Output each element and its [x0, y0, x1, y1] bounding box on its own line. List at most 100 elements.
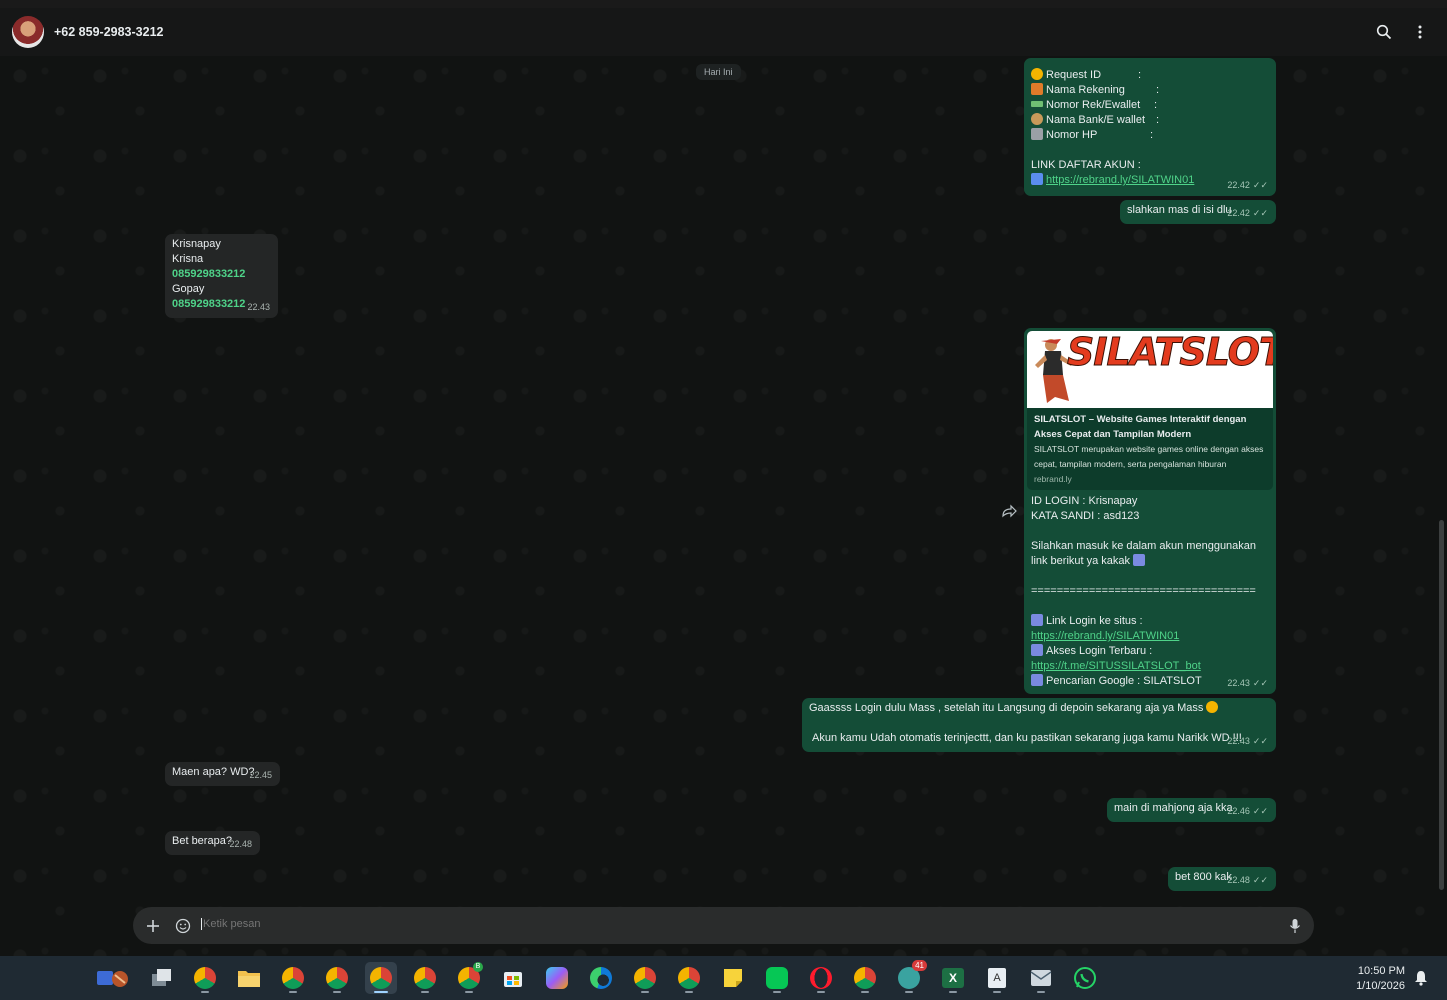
- message-incoming[interactable]: Bet berapa? 22.48: [165, 831, 260, 855]
- access-label: Akses Login Terbaru :: [1046, 645, 1153, 657]
- attach-plus-icon[interactable]: [142, 915, 164, 937]
- chat-scrollbar[interactable]: [1439, 520, 1444, 890]
- notification-bell-icon[interactable]: [1410, 962, 1432, 994]
- message-text: Bet berapa?: [172, 835, 232, 847]
- message-outgoing[interactable]: slahkan mas di isi dlu 22.42 ✓✓: [1120, 200, 1276, 224]
- sticky-notes-icon[interactable]: [717, 962, 749, 994]
- double-check-icon: ✓✓: [1252, 736, 1268, 746]
- edge-icon[interactable]: [585, 962, 617, 994]
- silatslot-banner-image: SILATSLOT: [1027, 331, 1273, 408]
- message-time: 22.42: [1227, 180, 1250, 190]
- chrome-profile-icon[interactable]: [277, 962, 309, 994]
- menu-kebab-icon[interactable]: [1408, 20, 1432, 44]
- message-outgoing[interactable]: main di mahjong aja kka 22.46 ✓✓: [1107, 798, 1276, 822]
- form-label: Nama Rekening: [1046, 84, 1125, 96]
- contact-name[interactable]: +62 859-2983-3212: [54, 25, 163, 39]
- file-explorer-icon[interactable]: [233, 962, 265, 994]
- chrome-profile-icon[interactable]: [673, 962, 705, 994]
- play-emoji-icon: [1031, 674, 1043, 686]
- message-text: slahkan mas di isi dlu: [1127, 204, 1232, 216]
- forward-icon[interactable]: [1001, 504, 1017, 518]
- task-view-icon[interactable]: [145, 962, 177, 994]
- form-sep: :: [1156, 84, 1160, 96]
- opera-icon[interactable]: [805, 962, 837, 994]
- play-emoji-icon: [1031, 614, 1043, 626]
- form-sep: :: [1150, 129, 1154, 141]
- form-label: Nomor Rek/Ewallet: [1046, 99, 1141, 111]
- access-label-row: Akses Login Terbaru :: [1031, 644, 1273, 659]
- message-meta: 22.43 ✓✓: [1227, 676, 1268, 691]
- message-input[interactable]: [201, 918, 1203, 930]
- preview-title: SILATSLOT – Website Games Interaktif den…: [1034, 414, 1247, 440]
- profile-badge: B: [473, 962, 483, 972]
- password-text: KATA SANDI : asd123: [1031, 510, 1140, 522]
- login-id-text: ID LOGIN : Krisnapay: [1031, 495, 1138, 507]
- sticker-emoji-icon[interactable]: [172, 915, 194, 937]
- form-sep: :: [1138, 69, 1142, 81]
- system-clock[interactable]: 10:50 PM 1/10/2026: [1356, 964, 1405, 994]
- phone-link[interactable]: 085929833212: [172, 267, 271, 282]
- chrome-active-icon[interactable]: [365, 962, 397, 994]
- register-link[interactable]: https://rebrand.ly/SILATWIN01: [1046, 174, 1194, 186]
- double-check-icon: ✓✓: [1252, 875, 1268, 885]
- message-meta: 22.43 ✓✓: [1227, 734, 1268, 749]
- message-time: 22.48: [1227, 875, 1250, 885]
- whatsapp-icon[interactable]: [1069, 962, 1101, 994]
- message-outgoing-form[interactable]: Request ID: Nama Rekening: Nomor Rek/Ewa…: [1024, 58, 1276, 196]
- double-check-icon: ✓✓: [1252, 678, 1268, 688]
- microsoft-store-icon[interactable]: [497, 962, 529, 994]
- form-row: Nama Bank/E wallet:: [1031, 113, 1269, 128]
- form-label: Request ID: [1046, 69, 1102, 81]
- widgets-icon[interactable]: [94, 962, 132, 994]
- login-site-link[interactable]: https://rebrand.ly/SILATWIN01: [1031, 629, 1273, 644]
- message-time: 22.42: [1227, 208, 1250, 218]
- form-label: Nomor HP: [1046, 129, 1098, 141]
- double-check-icon: ✓✓: [1252, 806, 1268, 816]
- copilot-icon[interactable]: [541, 962, 573, 994]
- line-app-icon[interactable]: [761, 962, 793, 994]
- message-incoming[interactable]: Maen apa? WD? 22.45: [165, 762, 280, 786]
- chrome-profile-icon[interactable]: [409, 962, 441, 994]
- chrome-profile-icon[interactable]: B: [453, 962, 485, 994]
- message-time: 22.48: [229, 839, 252, 849]
- telegram-link[interactable]: https://t.me/SITUSSILATSLOT_bot: [1031, 659, 1273, 674]
- mail-icon[interactable]: [1025, 962, 1057, 994]
- money-emoji-icon: [1031, 101, 1043, 107]
- chrome-icon[interactable]: [189, 962, 221, 994]
- preview-description: SILATSLOT merupakan website games online…: [1034, 444, 1264, 469]
- message-meta: 22.46 ✓✓: [1227, 804, 1268, 819]
- search-icon[interactable]: [1372, 20, 1396, 44]
- link-preview-card[interactable]: SILATSLOT SILATSLOT – Website Games Inte…: [1027, 331, 1273, 490]
- smile-emoji-icon: [1031, 68, 1043, 80]
- chrome-profile-icon[interactable]: [629, 962, 661, 994]
- message-time: 22.45: [249, 770, 272, 780]
- message-time: 22.46: [1227, 806, 1250, 816]
- message-outgoing[interactable]: bet 800 kak 22.48 ✓✓: [1168, 867, 1276, 891]
- chrome-profile-icon[interactable]: [321, 962, 353, 994]
- avatar[interactable]: [12, 16, 44, 48]
- form-sep: :: [1154, 99, 1158, 111]
- message-incoming[interactable]: Krisnapay Krisna 085929833212 Gopay 0859…: [165, 234, 278, 318]
- excel-icon[interactable]: X: [937, 962, 969, 994]
- heart-eyes-emoji-icon: [1206, 701, 1219, 713]
- form-row: Nama Rekening:: [1031, 83, 1269, 98]
- chrome-profile-icon[interactable]: [849, 962, 881, 994]
- double-check-icon: ✓✓: [1252, 208, 1268, 218]
- windows-taskbar: B 41 X A 10:50 PM 1/10/2026: [0, 956, 1447, 1000]
- pencil-emoji-icon: [1031, 83, 1043, 95]
- messenger-icon[interactable]: 41: [893, 960, 927, 994]
- message-time: 22.43: [247, 302, 270, 312]
- excel-glyph: X: [942, 968, 964, 988]
- message-text: Akun kamu Udah otomatis terinjecttt, dan…: [812, 732, 1242, 744]
- instruction-text: Silahkan masuk ke dalam akun menggunakan…: [1031, 539, 1273, 569]
- message-meta: 22.42 ✓✓: [1227, 206, 1268, 221]
- microphone-icon[interactable]: [1284, 915, 1306, 937]
- message-line: Gopay: [172, 283, 205, 295]
- google-label: Pencarian Google : SILATSLOT: [1046, 675, 1202, 687]
- play-emoji-icon: [1031, 644, 1043, 656]
- message-outgoing[interactable]: Gaassss Login dulu Mass , setelah itu La…: [802, 698, 1276, 752]
- preview-host: rebrand.ly: [1034, 474, 1072, 484]
- message-outgoing-link-preview[interactable]: SILATSLOT SILATSLOT – Website Games Inte…: [1024, 328, 1276, 694]
- message-text: main di mahjong aja kka: [1114, 802, 1233, 814]
- text-editor-icon[interactable]: A: [981, 962, 1013, 994]
